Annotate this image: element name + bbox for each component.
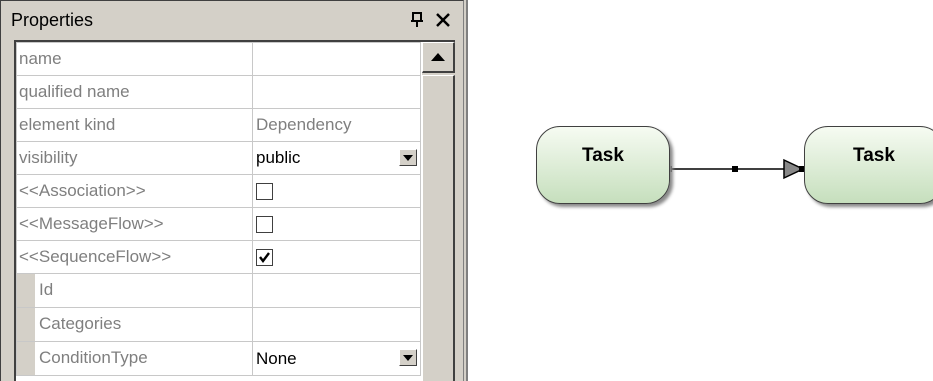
messageflow-checkbox[interactable] bbox=[256, 216, 273, 234]
property-value bbox=[252, 240, 421, 274]
panel-title: Properties bbox=[11, 9, 94, 30]
property-name: <<MessageFlow>> bbox=[16, 207, 253, 241]
close-icon[interactable] bbox=[434, 11, 452, 29]
property-row[interactable]: visibility public bbox=[16, 141, 421, 175]
indent-gutter bbox=[17, 274, 35, 307]
property-row[interactable]: <<SequenceFlow>> bbox=[16, 240, 421, 274]
association-checkbox[interactable] bbox=[256, 183, 273, 201]
property-value[interactable] bbox=[252, 75, 421, 109]
property-table: name qualified name element kind Depende… bbox=[16, 42, 421, 376]
indent-gutter bbox=[17, 342, 35, 375]
diagram-canvas[interactable]: Task Task bbox=[466, 0, 933, 381]
property-name: visibility bbox=[16, 141, 253, 175]
property-name: <<SequenceFlow>> bbox=[16, 240, 253, 274]
property-row[interactable]: element kind Dependency bbox=[16, 108, 421, 142]
property-row[interactable]: <<MessageFlow>> bbox=[16, 207, 421, 241]
property-row[interactable]: Categories bbox=[16, 307, 421, 342]
property-name: Id bbox=[16, 273, 253, 308]
property-value[interactable] bbox=[252, 42, 421, 76]
properties-panel: Properties name qualified name element k… bbox=[0, 0, 466, 381]
property-name: <<Association>> bbox=[16, 174, 253, 208]
task-node[interactable]: Task bbox=[804, 126, 933, 204]
property-name: qualified name bbox=[16, 75, 253, 109]
conditiontype-value: None bbox=[256, 348, 297, 368]
chevron-up-icon bbox=[431, 53, 445, 61]
property-name-label: Id bbox=[39, 279, 54, 299]
vertical-scrollbar[interactable] bbox=[422, 42, 455, 381]
property-name: ConditionType bbox=[16, 341, 253, 376]
property-grid: name qualified name element kind Depende… bbox=[14, 40, 455, 381]
property-row[interactable]: qualified name bbox=[16, 75, 421, 109]
property-value[interactable] bbox=[252, 273, 421, 308]
property-value bbox=[252, 207, 421, 241]
property-name: name bbox=[16, 42, 253, 76]
property-name: element kind bbox=[16, 108, 253, 142]
panel-title-bar: Properties bbox=[9, 5, 456, 35]
property-name-label: Categories bbox=[39, 313, 122, 333]
property-row[interactable]: ConditionType None bbox=[16, 341, 421, 376]
property-name: Categories bbox=[16, 307, 253, 342]
visibility-select[interactable]: public bbox=[252, 141, 421, 175]
property-value bbox=[252, 174, 421, 208]
property-row[interactable]: <<Association>> bbox=[16, 174, 421, 208]
visibility-value: public bbox=[256, 148, 301, 167]
property-row[interactable]: Id bbox=[16, 273, 421, 308]
chevron-down-icon bbox=[403, 354, 413, 361]
chevron-down-icon bbox=[403, 154, 413, 161]
sequenceflow-checkbox[interactable] bbox=[256, 249, 273, 267]
property-row[interactable]: name bbox=[16, 42, 421, 76]
checkmark-icon bbox=[259, 252, 270, 264]
property-value[interactable] bbox=[252, 307, 421, 342]
scroll-up-button[interactable] bbox=[422, 42, 455, 73]
dropdown-button[interactable] bbox=[399, 149, 417, 166]
indent-gutter bbox=[17, 308, 35, 341]
dropdown-button[interactable] bbox=[399, 349, 417, 366]
scroll-thumb[interactable] bbox=[422, 75, 455, 381]
task-node[interactable]: Task bbox=[536, 126, 670, 204]
property-value: Dependency bbox=[252, 108, 421, 142]
conditiontype-select[interactable]: None bbox=[252, 341, 421, 376]
connector-midpoint-handle[interactable] bbox=[732, 166, 738, 172]
property-name-label: ConditionType bbox=[39, 347, 148, 367]
pin-icon[interactable] bbox=[408, 11, 426, 29]
